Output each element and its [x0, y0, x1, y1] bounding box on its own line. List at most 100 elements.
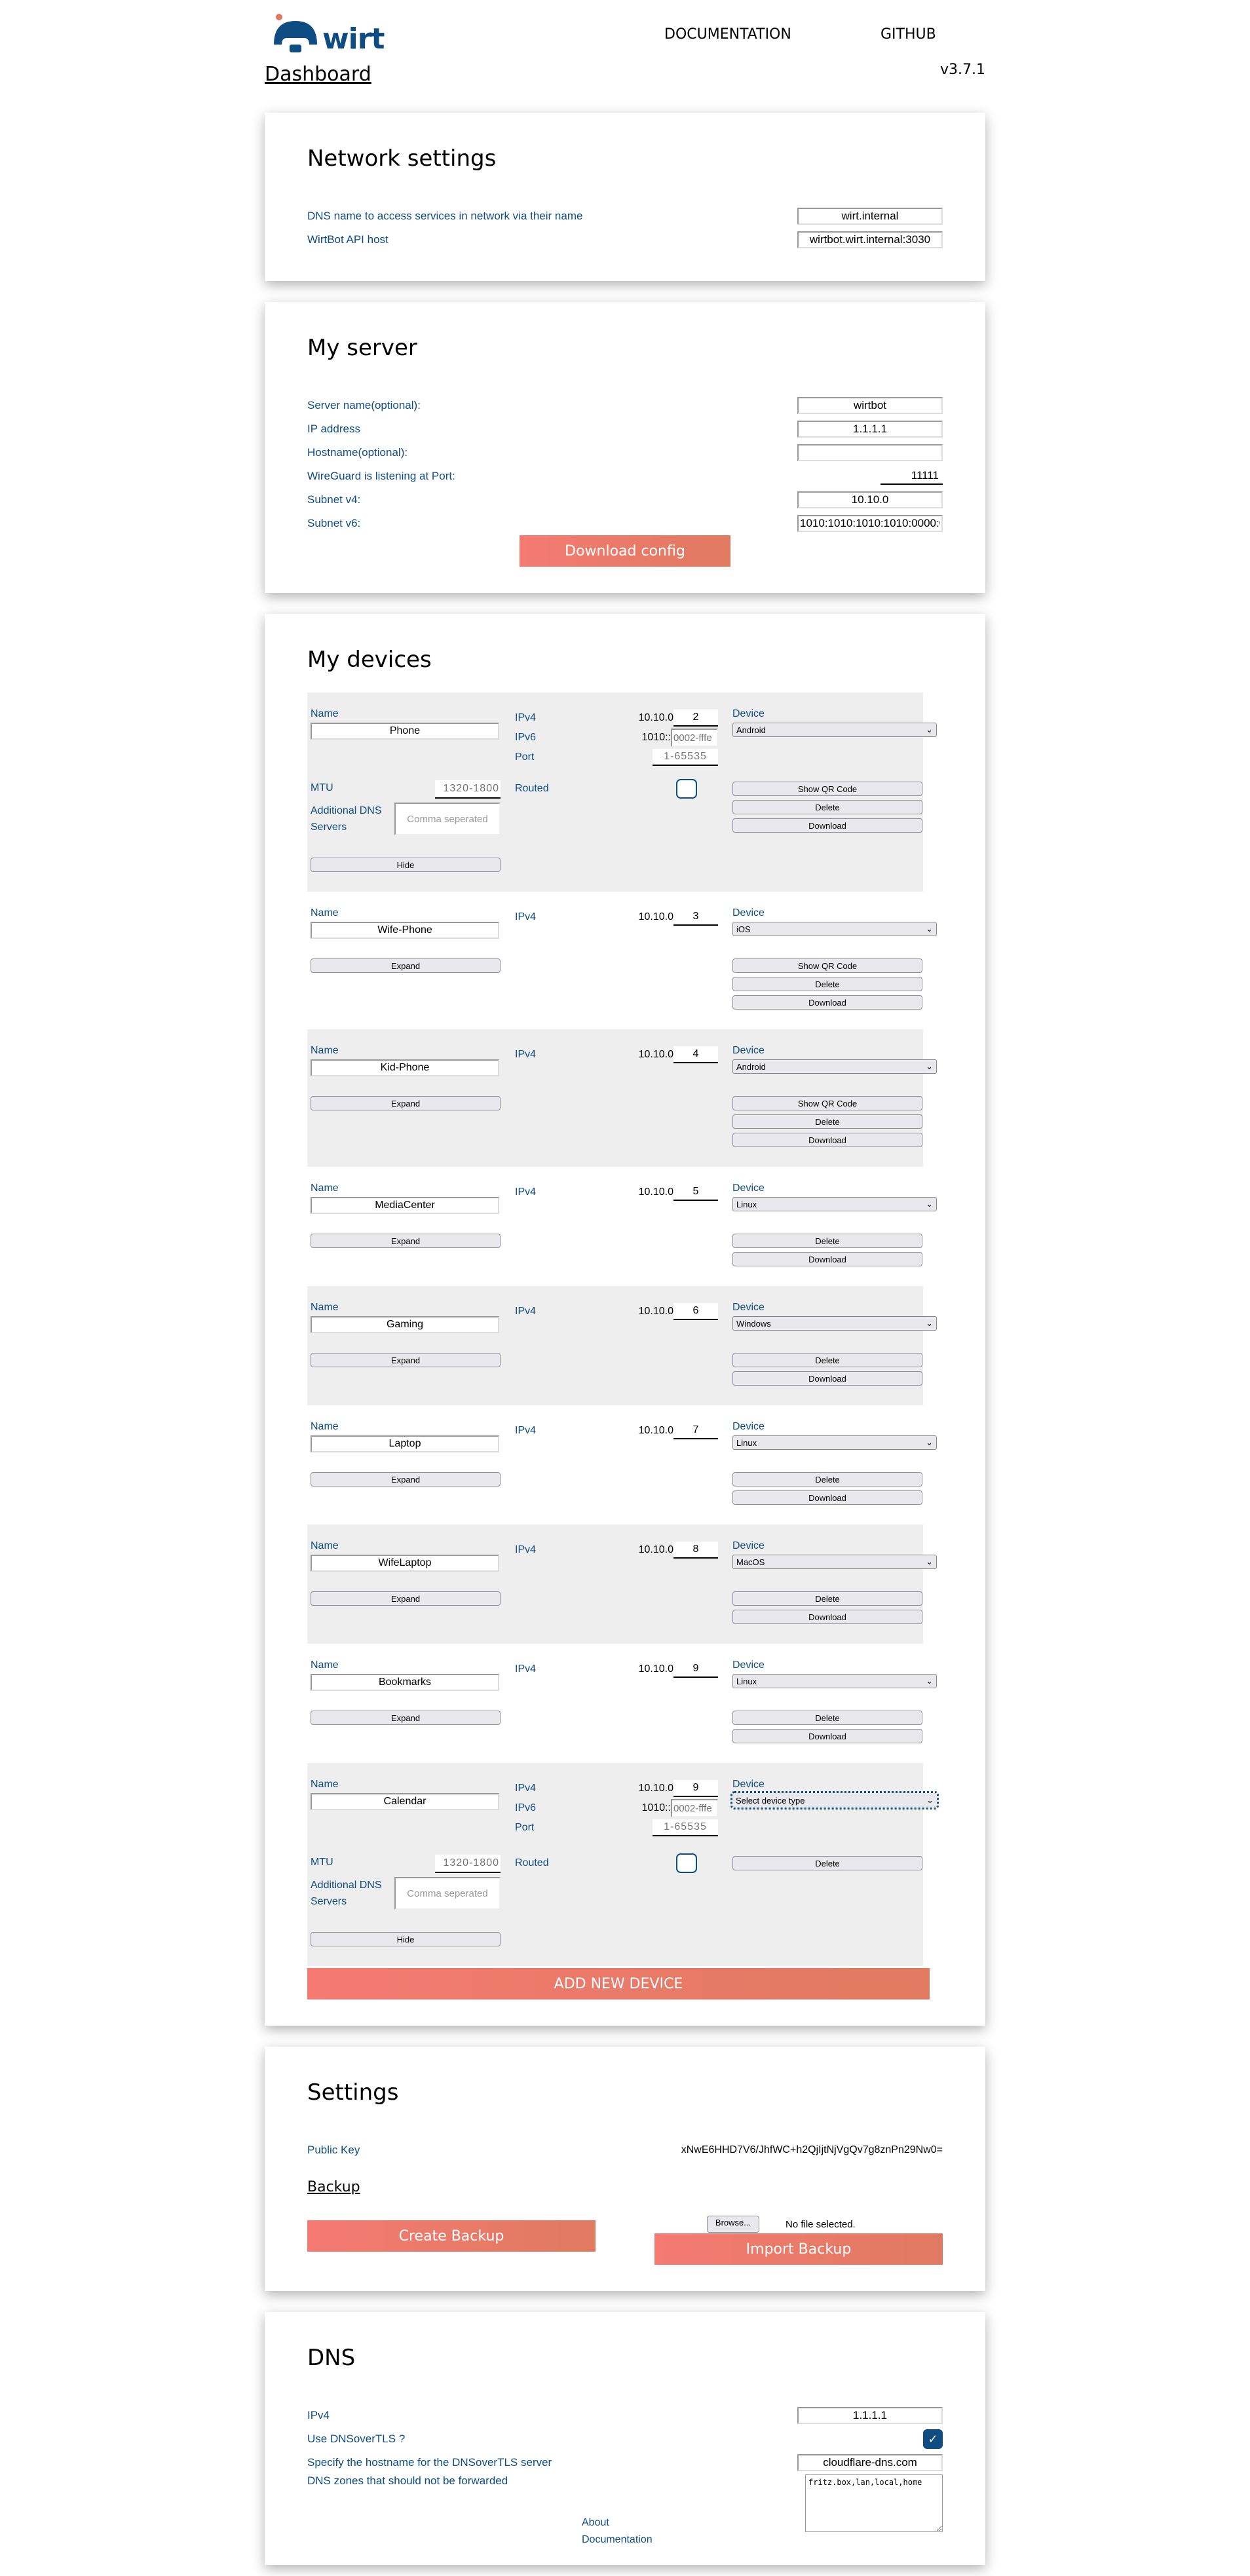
chevron-down-icon: ⌄ — [926, 1676, 933, 1686]
device-name-input[interactable] — [311, 1793, 499, 1810]
device-type-select[interactable]: iOS ⌄ — [732, 922, 937, 936]
device-type-select[interactable]: MacOS ⌄ — [732, 1555, 937, 1569]
additional-dns-input[interactable]: Comma seperated — [394, 1877, 501, 1910]
device-name-input[interactable] — [311, 922, 499, 939]
page-title[interactable]: Dashboard — [265, 63, 371, 86]
device-name-input[interactable] — [311, 1674, 499, 1691]
import-backup-button[interactable]: Import Backup — [654, 2233, 943, 2265]
dns-name-input[interactable] — [797, 208, 943, 225]
my-server-card: My server Server name(optional): IP addr… — [265, 302, 985, 593]
delete-button[interactable]: Delete — [732, 800, 922, 814]
ipv4-octet-input[interactable] — [673, 1422, 718, 1439]
mtu-input[interactable] — [435, 1855, 501, 1873]
api-host-input[interactable] — [797, 231, 943, 248]
routed-checkbox[interactable] — [676, 1853, 697, 1873]
add-new-device-button[interactable]: ADD NEW DEVICE — [307, 1968, 930, 1999]
dns-ipv4-label: IPv4 — [307, 2409, 330, 2421]
download-button[interactable]: Download — [732, 1729, 922, 1743]
expand-button[interactable]: Expand — [311, 1711, 501, 1725]
delete-button[interactable]: Delete — [732, 1353, 922, 1367]
expand-button[interactable]: Expand — [311, 1472, 501, 1487]
additional-dns-input[interactable]: Comma seperated — [394, 803, 501, 835]
ipv4-octet-input[interactable] — [673, 1046, 718, 1063]
device-name-label: Name — [311, 1183, 339, 1194]
ipv6-input[interactable] — [671, 729, 718, 747]
device-type-select[interactable]: Linux ⌄ — [732, 1197, 937, 1211]
ipv4-octet-input[interactable] — [673, 1661, 718, 1678]
device-name-input[interactable] — [311, 1435, 499, 1452]
device-type-select[interactable]: Android ⌄ — [732, 723, 937, 737]
ipv4-octet-input[interactable] — [673, 1303, 718, 1320]
hide-button[interactable]: Hide — [311, 858, 501, 872]
ipv4-octet-input[interactable] — [673, 1780, 718, 1797]
hostname-input[interactable] — [797, 444, 943, 461]
ipv6-input[interactable] — [671, 1799, 718, 1817]
expand-button[interactable]: Expand — [311, 1591, 501, 1606]
port-label: WireGuard is listening at Port: — [307, 470, 455, 482]
expand-button[interactable]: Expand — [311, 1234, 501, 1248]
download-button[interactable]: Download — [732, 1371, 922, 1386]
device-type-select[interactable]: Windows ⌄ — [732, 1316, 937, 1331]
ipv4-octet-input[interactable] — [673, 1542, 718, 1559]
subnet-v6-input[interactable] — [797, 515, 943, 532]
footer-documentation-link[interactable]: Documentation — [582, 2531, 653, 2548]
download-button[interactable]: Download — [732, 1252, 922, 1266]
download-button[interactable]: Download — [732, 1610, 922, 1624]
mtu-input[interactable] — [435, 780, 501, 799]
nav-github[interactable]: GITHUB — [881, 26, 936, 43]
device-type-label: Device — [732, 1045, 765, 1056]
port-input[interactable] — [653, 749, 718, 766]
delete-button[interactable]: Delete — [732, 1711, 922, 1725]
device-type-label: Device — [732, 1659, 765, 1671]
ipv4-octet-input[interactable] — [673, 909, 718, 926]
show-qr-button[interactable]: Show QR Code — [732, 958, 922, 973]
ip-address-input[interactable] — [797, 421, 943, 438]
delete-button[interactable]: Delete — [732, 1114, 922, 1129]
create-backup-button[interactable]: Create Backup — [307, 2220, 596, 2252]
device-name-input[interactable] — [311, 1316, 499, 1333]
expand-button[interactable]: Expand — [311, 1353, 501, 1367]
delete-button[interactable]: Delete — [732, 1234, 922, 1248]
expand-button[interactable]: Expand — [311, 1096, 501, 1110]
ipv4-octet-input[interactable] — [673, 1184, 718, 1201]
delete-button[interactable]: Delete — [732, 1472, 922, 1487]
ipv4-octet-input[interactable] — [673, 710, 718, 727]
show-qr-button[interactable]: Show QR Code — [732, 782, 922, 796]
device-name-input[interactable] — [311, 723, 499, 740]
show-qr-button[interactable]: Show QR Code — [732, 1096, 922, 1110]
download-button[interactable]: Download — [732, 1133, 922, 1147]
dns-zones-textarea[interactable]: fritz.box,lan,local,home — [805, 2474, 943, 2532]
device-type-select[interactable]: Select device type ⌄ — [730, 1791, 939, 1809]
device-type-select[interactable]: Linux ⌄ — [732, 1674, 937, 1688]
routed-checkbox[interactable] — [676, 779, 697, 799]
device-row: Name IPv410.10.0 Device Android⌄ Expand … — [307, 1029, 937, 1167]
download-config-button[interactable]: Download config — [520, 535, 730, 567]
dns-tls-checkbox[interactable]: ✓ — [923, 2429, 943, 2449]
expand-button[interactable]: Expand — [311, 958, 501, 973]
port-input[interactable] — [653, 1819, 718, 1836]
ipv4-prefix: 10.10.0 — [638, 911, 673, 922]
logo[interactable]: wirt — [273, 13, 385, 54]
footer-about-link[interactable]: About — [582, 2514, 653, 2531]
download-button[interactable]: Download — [732, 995, 922, 1010]
delete-button[interactable]: Delete — [732, 977, 922, 991]
device-name-label: Name — [311, 1779, 339, 1790]
api-host-label: WirtBot API host — [307, 233, 388, 246]
device-type-select[interactable]: Linux ⌄ — [732, 1435, 937, 1450]
device-type-select[interactable]: Android ⌄ — [732, 1059, 937, 1074]
dns-tls-host-input[interactable] — [797, 2454, 943, 2471]
device-name-input[interactable] — [311, 1555, 499, 1572]
nav-documentation[interactable]: DOCUMENTATION — [664, 26, 791, 43]
browse-button[interactable]: Browse... — [707, 2216, 759, 2233]
download-button[interactable]: Download — [732, 818, 922, 833]
device-name-input[interactable] — [311, 1059, 499, 1076]
server-name-input[interactable] — [797, 397, 943, 414]
device-name-input[interactable] — [311, 1197, 499, 1214]
download-button[interactable]: Download — [732, 1490, 922, 1505]
delete-button[interactable]: Delete — [732, 1591, 922, 1606]
port-input[interactable] — [881, 468, 943, 485]
hide-button[interactable]: Hide — [311, 1932, 501, 1946]
subnet-v4-input[interactable] — [797, 491, 943, 508]
delete-button[interactable]: Delete — [732, 1856, 922, 1870]
dns-ipv4-input[interactable] — [797, 2407, 943, 2424]
